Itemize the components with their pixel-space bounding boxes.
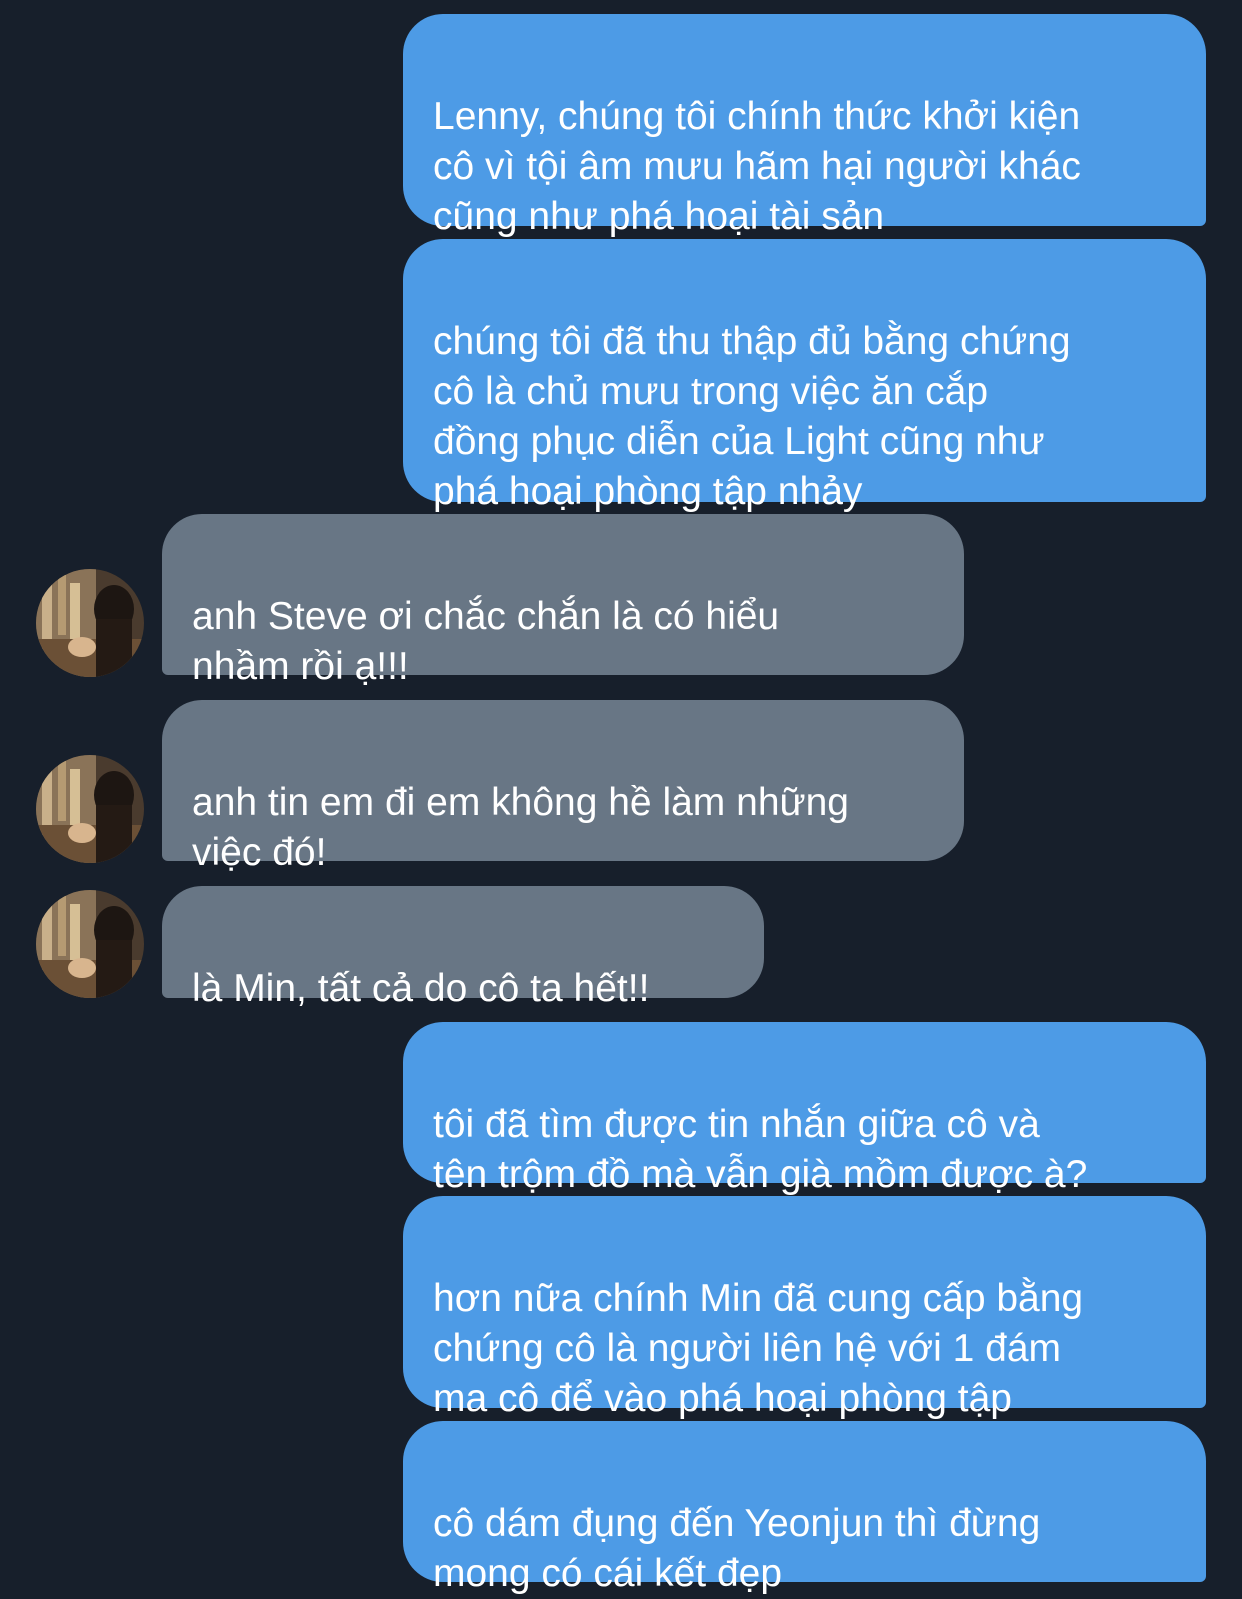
message-bubble-incoming[interactable]: anh Steve ơi chắc chắn là có hiểu nhầm r… — [162, 514, 964, 688]
chat-conversation: { "theme": { "background": "#171f2b", "o… — [0, 0, 1242, 1595]
message-text: anh Steve ơi chắc chắn là có hiểu nhầm r… — [192, 595, 780, 688]
message-text: anh tin em đi em không hề làm những việc… — [192, 781, 850, 874]
message-text: chúng tôi đã thu thập đủ bằng chứng cô l… — [433, 320, 1071, 513]
message-bubble-outgoing[interactable]: chúng tôi đã thu thập đủ bằng chứng cô l… — [403, 239, 1206, 513]
contact-avatar-photo-icon — [36, 569, 144, 677]
contact-avatar-photo-icon — [36, 890, 144, 998]
message-bubble-outgoing[interactable]: tôi đã tìm được tin nhắn giữa cô và tên … — [403, 1022, 1206, 1196]
message-text: Lenny, chúng tôi chính thức khởi kiện cô… — [433, 95, 1081, 238]
contact-avatar[interactable] — [36, 569, 144, 677]
message-bubble-outgoing[interactable]: hơn nữa chính Min đã cung cấp bằng chứng… — [403, 1196, 1206, 1420]
message-bubble-outgoing[interactable]: Lenny, chúng tôi chính thức khởi kiện cô… — [403, 14, 1206, 238]
message-bubble-incoming[interactable]: anh tin em đi em không hề làm những việc… — [162, 700, 964, 874]
message-bubble-incoming[interactable]: là Min, tất cả do cô ta hết!! — [162, 886, 764, 1010]
message-text: cô dám đụng đến Yeonjun thì đừng mong có… — [433, 1502, 1041, 1595]
contact-avatar[interactable] — [36, 755, 144, 863]
contact-avatar-photo-icon — [36, 755, 144, 863]
message-text: hơn nữa chính Min đã cung cấp bằng chứng… — [433, 1277, 1084, 1420]
contact-avatar[interactable] — [36, 890, 144, 998]
message-bubble-outgoing[interactable]: cô dám đụng đến Yeonjun thì đừng mong có… — [403, 1421, 1206, 1595]
message-text: là Min, tất cả do cô ta hết!! — [192, 967, 650, 1010]
message-text: tôi đã tìm được tin nhắn giữa cô và tên … — [433, 1103, 1088, 1196]
